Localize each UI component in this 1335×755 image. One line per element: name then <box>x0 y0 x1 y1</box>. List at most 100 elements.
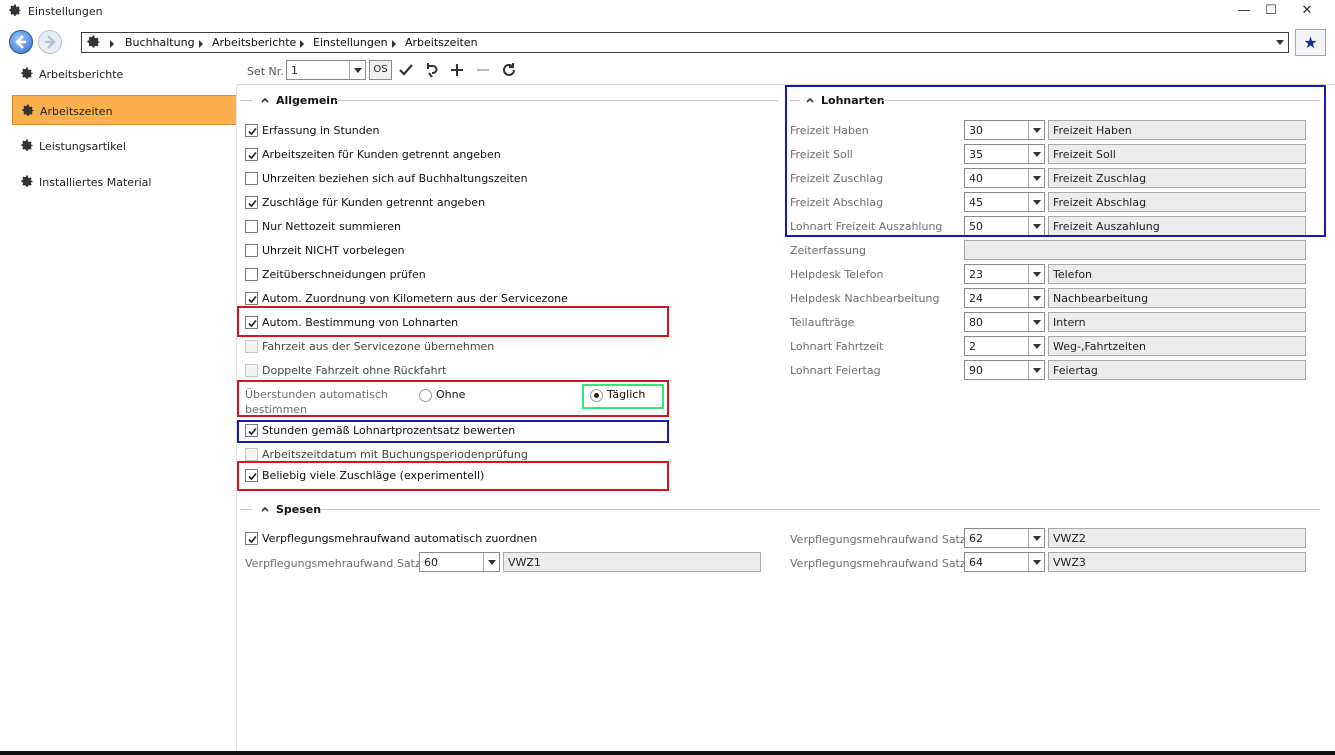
set-number-value: 1 <box>291 64 298 77</box>
maximize-button[interactable]: ☐ <box>1257 2 1285 20</box>
lohnart-label: Zeiterfassung <box>790 244 866 257</box>
collapse-chevron-icon[interactable] <box>260 504 270 514</box>
gear-icon <box>20 67 34 81</box>
lohnart-desc: Nachbearbeitung <box>1053 292 1149 305</box>
divider <box>320 509 1320 510</box>
lohnart-description: Nachbearbeitung <box>1048 288 1306 308</box>
lohnart-empty-field[interactable] <box>964 240 1306 260</box>
satz3-combobox[interactable]: 64 <box>964 552 1045 572</box>
lohnart-code: 24 <box>969 292 983 305</box>
sidebar-item-label: Installiertes Material <box>39 176 152 189</box>
lohnart-description: Telefon <box>1048 264 1306 284</box>
set-number-combobox[interactable]: 1 <box>286 60 366 80</box>
chevron-down-icon[interactable] <box>1028 289 1044 307</box>
sidebar-item-arbeitszeiten[interactable]: Arbeitszeiten <box>12 95 237 125</box>
lohnart-label: Lohnart Feiertag <box>790 364 881 377</box>
breadcrumb-buchhaltung[interactable]: Buchhaltung <box>125 36 195 49</box>
collapse-chevron-icon[interactable] <box>260 95 270 105</box>
checkbox[interactable] <box>245 244 258 257</box>
satz1-code: 60 <box>424 556 438 569</box>
lohnart-code-combobox[interactable]: 23 <box>964 264 1045 284</box>
gear-icon <box>86 35 101 50</box>
chevron-down-icon[interactable] <box>349 61 365 79</box>
star-icon: ★ <box>1303 33 1318 52</box>
lohnart-code-combobox[interactable]: 90 <box>964 360 1045 380</box>
sidebar-item-arbeitsberichte[interactable]: Arbeitsberichte <box>12 59 237 89</box>
breadcrumb-separator <box>300 40 304 48</box>
lohnart-code: 90 <box>969 364 983 377</box>
divider <box>240 509 252 510</box>
remove-button[interactable] <box>473 61 493 79</box>
sidebar-item-installiertes-material[interactable]: Installiertes Material <box>12 167 237 197</box>
save-check-button[interactable] <box>396 61 416 79</box>
checkbox[interactable] <box>245 364 258 377</box>
chevron-down-icon[interactable] <box>1028 529 1044 547</box>
checkbox[interactable] <box>245 172 258 185</box>
favorite-star-button[interactable]: ★ <box>1295 29 1326 56</box>
divider <box>336 100 778 101</box>
checkbox-spesen-auto[interactable] <box>245 532 258 545</box>
satz2-label: Verpflegungsmehraufwand Satz 2 <box>790 533 977 546</box>
title-bar: Einstellungen — ☐ ✕ <box>0 0 1335 24</box>
checkbox[interactable] <box>245 292 258 305</box>
address-bar[interactable]: Buchhaltung Arbeitsberichte Einstellunge… <box>81 32 1289 53</box>
breadcrumb-separator <box>199 40 203 48</box>
lohnart-desc: Weg-,Fahrtzeiten <box>1053 340 1146 353</box>
lohnart-label: Lohnart Fahrtzeit <box>790 340 884 353</box>
checkbox[interactable] <box>245 448 258 461</box>
satz2-combobox[interactable]: 62 <box>964 528 1045 548</box>
satz1-combobox[interactable]: 60 <box>419 552 500 572</box>
sidebar-item-leistungsartikel[interactable]: Leistungsartikel <box>12 131 237 161</box>
chevron-down-icon[interactable] <box>1276 40 1284 45</box>
lohnart-code: 23 <box>969 268 983 281</box>
checkbox[interactable] <box>245 220 258 233</box>
window-title: Einstellungen <box>28 5 103 18</box>
checkbox[interactable] <box>245 340 258 353</box>
checkbox[interactable] <box>245 268 258 281</box>
satz3-code: 64 <box>969 556 983 569</box>
checkbox-label: Verpflegungsmehraufwand automatisch zuor… <box>262 532 538 545</box>
chevron-down-icon[interactable] <box>1028 361 1044 379</box>
chevron-down-icon[interactable] <box>1028 553 1044 571</box>
sidebar <box>0 58 237 755</box>
close-button[interactable]: ✕ <box>1293 2 1321 20</box>
gear-icon <box>21 104 35 118</box>
gear-icon <box>8 4 22 18</box>
lohnart-code-combobox[interactable]: 24 <box>964 288 1045 308</box>
checkbox-label: Uhrzeit NICHT vorbelegen <box>262 244 405 257</box>
minimize-button[interactable]: — <box>1230 2 1258 20</box>
sidebar-item-label: Leistungsartikel <box>39 140 126 153</box>
checkbox[interactable] <box>245 124 258 137</box>
lohnart-label: Helpdesk Telefon <box>790 268 884 281</box>
lohnart-desc: Telefon <box>1053 268 1093 281</box>
breadcrumb-separator <box>392 40 396 48</box>
refresh-button[interactable] <box>499 61 519 79</box>
set-number-label: Set Nr. <box>247 65 284 78</box>
lohnart-code-combobox[interactable]: 2 <box>964 336 1045 356</box>
chevron-down-icon[interactable] <box>1028 313 1044 331</box>
sidebar-item-label: Arbeitsberichte <box>39 68 124 81</box>
satz1-label: Verpflegungsmehraufwand Satz 1 <box>245 557 432 570</box>
back-button[interactable] <box>9 30 33 54</box>
add-button[interactable] <box>447 61 467 79</box>
breadcrumb-einstellungen[interactable]: Einstellungen <box>313 36 388 49</box>
breadcrumb-arbeitszeiten[interactable]: Arbeitszeiten <box>405 36 478 49</box>
os-button[interactable]: OS <box>369 60 392 80</box>
highlight-box-red <box>237 461 669 491</box>
satz1-description: VWZ1 <box>503 552 761 572</box>
forward-button[interactable] <box>38 30 62 54</box>
chevron-down-icon[interactable] <box>483 553 499 571</box>
section-title-allgemein: Allgemein <box>276 94 338 107</box>
satz3-label: Verpflegungsmehraufwand Satz 3 <box>790 557 977 570</box>
lohnart-desc: Feiertag <box>1053 364 1098 377</box>
undo-button[interactable] <box>421 61 441 79</box>
lohnart-code-combobox[interactable]: 80 <box>964 312 1045 332</box>
chevron-down-icon[interactable] <box>1028 265 1044 283</box>
lohnart-description: Feiertag <box>1048 360 1306 380</box>
lohnart-description: Weg-,Fahrtzeiten <box>1048 336 1306 356</box>
chevron-down-icon[interactable] <box>1028 337 1044 355</box>
checkbox-label: Zeitüberschneidungen prüfen <box>262 268 426 281</box>
breadcrumb-arbeitsberichte[interactable]: Arbeitsberichte <box>212 36 296 49</box>
checkbox[interactable] <box>245 148 258 161</box>
checkbox[interactable] <box>245 196 258 209</box>
